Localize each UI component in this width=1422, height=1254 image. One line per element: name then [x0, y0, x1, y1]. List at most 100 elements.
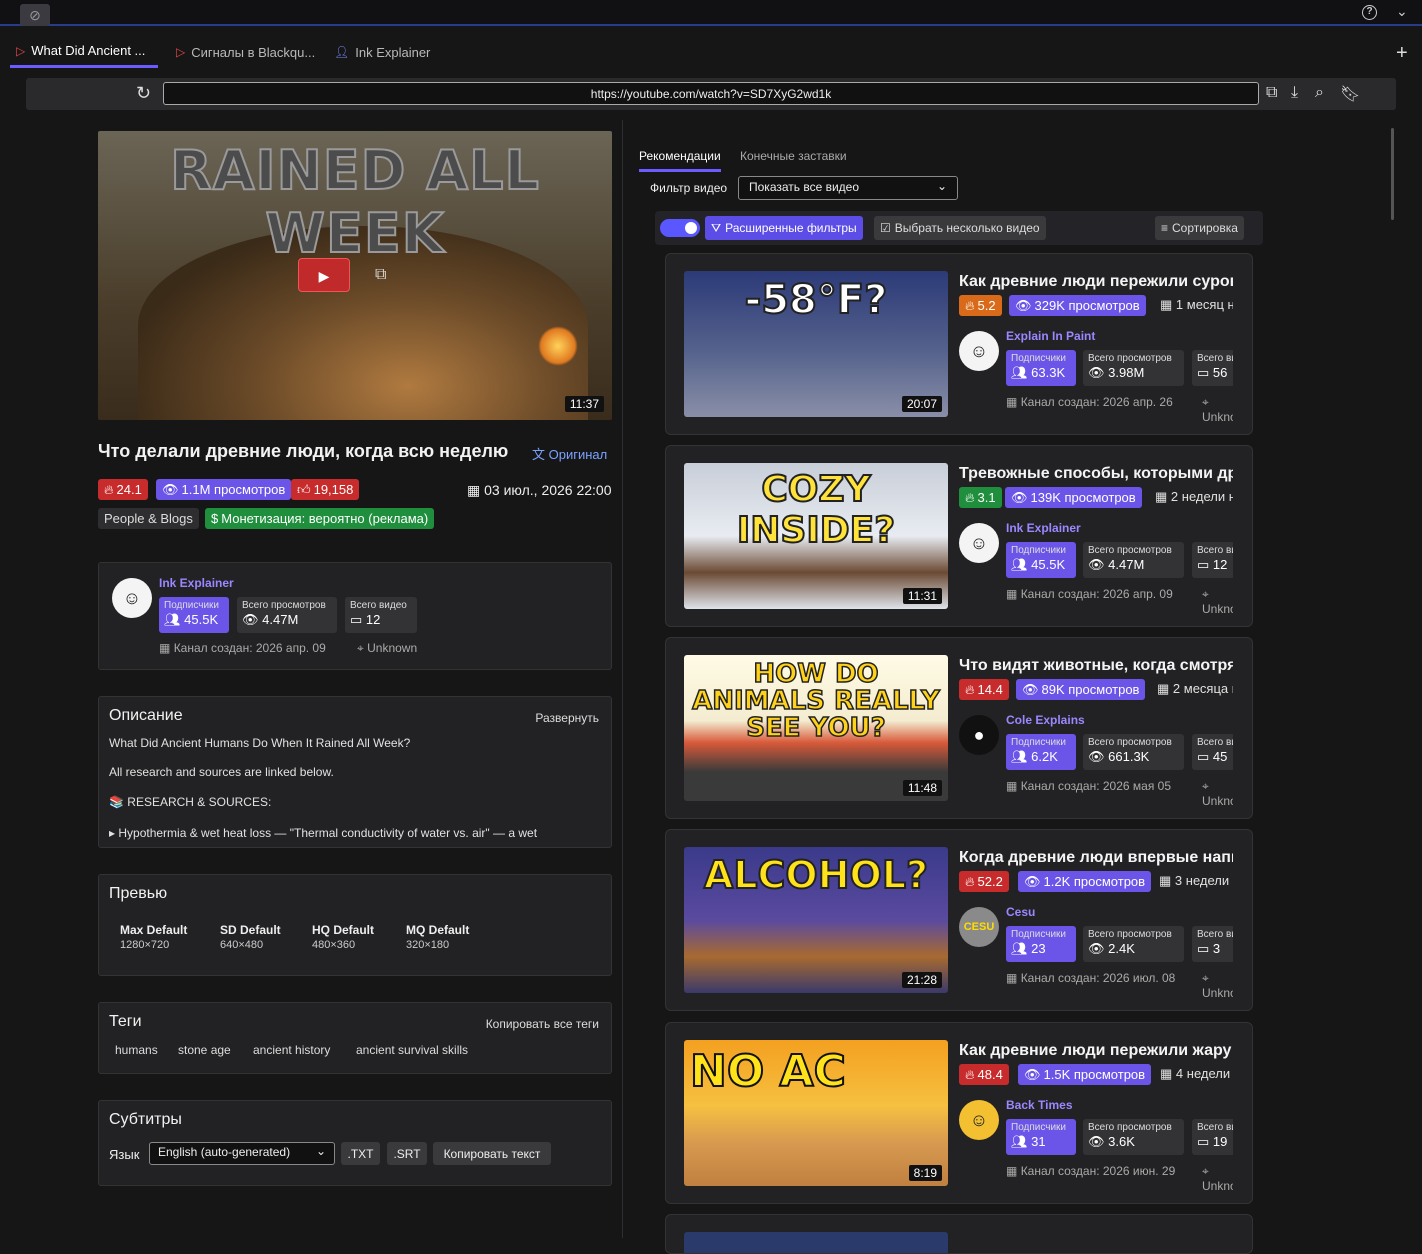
tab-end-screens[interactable]: Конечные заставки	[740, 149, 847, 163]
video-player[interactable]: RAINED ALL WEEK ▶ ⧉ 11:37	[98, 131, 612, 420]
thumbnail-text: RAINED ALL WEEK	[169, 138, 540, 266]
card-thumbnail[interactable]: HOW DO ANIMALS REALLY SEE YOU? 11:48	[684, 655, 948, 801]
eye-icon: 👁︎	[1088, 749, 1105, 764]
age-value: 2 месяца назад	[1172, 681, 1233, 696]
video-filter-select[interactable]: Показать все видео ⌄	[738, 176, 958, 200]
video-card[interactable]: -58°F? 20:07 Как древние люди пережили с…	[665, 253, 1253, 435]
views-value: 1.1M просмотров	[181, 482, 286, 497]
bookmark-icon[interactable]: 🔖︎	[1340, 84, 1360, 104]
card-thumbnail[interactable]: COZY INSIDE? 11:31	[684, 463, 948, 609]
open-external-icon[interactable]: ⧉	[375, 266, 386, 284]
language-select[interactable]: English (auto-generated) ⌄	[149, 1142, 335, 1165]
created-value: Канал создан: 2026 июн. 29	[1020, 1164, 1176, 1178]
tag-item[interactable]: humans	[115, 1043, 158, 1057]
channel-name[interactable]: Back Times	[1006, 1098, 1073, 1112]
advanced-filters-button[interactable]: ⛛ Расширенные фильтры	[705, 216, 863, 240]
copy-text-button[interactable]: Копировать текст	[433, 1142, 551, 1165]
stat-value: 👥︎ 45.5K	[1011, 557, 1071, 573]
video-card[interactable]	[665, 1214, 1253, 1254]
channel-name[interactable]: Cesu	[1006, 905, 1035, 919]
views-value: 139K просмотров	[1030, 490, 1136, 505]
search-icon[interactable]: ⌕	[1315, 84, 1324, 102]
url-input[interactable]	[163, 82, 1259, 105]
card-stats-row: 🔥︎14.4 👁︎89K просмотров ▦ 2 месяца назад	[959, 679, 1233, 701]
score-badge: 🔥︎ 48.4	[959, 1064, 1009, 1085]
preview-max[interactable]: Max Default 1280×720	[120, 923, 187, 951]
download-srt-button[interactable]: .SRT	[387, 1142, 427, 1165]
preview-name: SD Default	[220, 923, 281, 937]
channel-name[interactable]: Cole Explains	[1006, 713, 1085, 727]
total-videos-stat: Всего видео▭ 12	[345, 597, 417, 633]
eye-icon: 👁︎	[1088, 365, 1105, 380]
total-videos-stat: Всего видео▭ 45	[1192, 734, 1233, 770]
description-line: ▸ Hypothermia & wet heat loss — "Thermal…	[109, 826, 538, 840]
card-thumbnail[interactable]: -58°F? 20:07	[684, 271, 948, 417]
preview-mq[interactable]: MQ Default 320×180	[406, 923, 469, 951]
videos-value: 3	[1212, 941, 1221, 956]
card-title[interactable]: Тревожные способы, которыми древние	[959, 465, 1233, 483]
add-tab-button[interactable]: +	[1396, 42, 1408, 65]
download-txt-button[interactable]: .TXT	[341, 1142, 380, 1165]
channel-name[interactable]: Ink Explainer	[1006, 521, 1081, 535]
eye-icon: 👁︎	[1015, 297, 1032, 313]
card-thumbnail[interactable]: ALCOHOL? 21:28	[684, 847, 948, 993]
card-age: ▦ 3 недели назад	[1159, 873, 1233, 889]
previews-heading: Превью	[109, 885, 168, 902]
card-title[interactable]: Как древние люди пережили жару	[959, 1042, 1233, 1060]
description-line: All research and sources are linked belo…	[109, 765, 334, 779]
tab-video-2[interactable]: ▷ Сигналы в Blackqu...	[170, 36, 321, 68]
card-title[interactable]: Что видят животные, когда смотрят	[959, 657, 1233, 675]
card-channel-block: Explain In Paint Подписчики 👥︎ 63.3K Всег…	[959, 329, 1233, 429]
card-thumbnail[interactable]	[684, 1232, 948, 1253]
subscribers-stat: Подписчики 👥︎ 23	[1006, 926, 1076, 962]
user-icon: 👤︎	[334, 45, 350, 59]
eye-icon: 👁︎	[1088, 557, 1105, 572]
card-title[interactable]: Когда древние люди впервые напились	[959, 849, 1233, 867]
tag-item[interactable]: ancient survival skills	[356, 1043, 468, 1057]
stat-value: 👁︎ 3.98M	[1088, 365, 1179, 381]
tag-item[interactable]: ancient history	[253, 1043, 330, 1057]
refresh-icon[interactable]: ↻	[136, 83, 151, 104]
age-value: 1 месяц назад	[1175, 297, 1233, 312]
video-card[interactable]: NO AC 8:19 Как древние люди пережили жар…	[665, 1022, 1253, 1204]
location-value: Unknown	[1202, 602, 1233, 616]
stat-label: Всего просмотров	[1088, 545, 1172, 556]
scrollbar[interactable]	[1391, 128, 1394, 220]
chevron-down-icon[interactable]: ⌄	[1396, 3, 1408, 20]
filter-toggle[interactable]	[660, 219, 700, 237]
play-button[interactable]: ▶	[298, 258, 350, 292]
stat-label: Всего видео	[350, 600, 407, 611]
original-label: Оригинал	[548, 447, 608, 462]
preview-hq[interactable]: HQ Default 480×360	[312, 923, 374, 951]
download-icon[interactable]: ⤓	[1291, 84, 1298, 102]
card-thumbnail[interactable]: NO AC 8:19	[684, 1040, 948, 1186]
stat-value: 👁︎ 4.47M	[1088, 557, 1179, 573]
videos-value: 56	[1212, 365, 1228, 380]
card-title[interactable]: Как древние люди пережили суровые	[959, 273, 1233, 291]
video-card[interactable]: HOW DO ANIMALS REALLY SEE YOU? 11:48 Что…	[665, 637, 1253, 819]
channel-name[interactable]: Ink Explainer	[159, 576, 234, 590]
title-bar: ⊘ ? ⌄	[0, 0, 1422, 26]
channel-name[interactable]: Explain In Paint	[1006, 329, 1095, 343]
help-icon[interactable]: ?	[1362, 5, 1377, 20]
tab-channel[interactable]: 👤︎ Ink Explainer	[328, 36, 436, 68]
copy-all-tags-button[interactable]: Копировать все теги	[486, 1017, 599, 1031]
tab-recommendations[interactable]: Рекомендации	[639, 149, 721, 172]
users-icon: 👥︎	[1011, 749, 1028, 764]
video-icon: ▭	[1197, 749, 1210, 764]
original-title-link[interactable]: 文 Оригинал	[532, 444, 607, 463]
card-stats-row: 🔥︎48.4 👁︎1.5K просмотров ▦ 4 недели наза…	[959, 1064, 1233, 1086]
language-label: Язык	[109, 1147, 140, 1162]
preview-size: 480×360	[312, 939, 356, 951]
stat-value: ▭ 3	[1197, 941, 1233, 957]
expand-button[interactable]: Развернуть	[535, 711, 599, 725]
preview-sd[interactable]: SD Default 640×480	[220, 923, 281, 951]
tag-item[interactable]: stone age	[178, 1043, 231, 1057]
channel-avatar[interactable]: ☺	[112, 578, 152, 618]
video-card[interactable]: COZY INSIDE? 11:31 Тревожные способы, ко…	[665, 445, 1253, 627]
video-card[interactable]: ALCOHOL? 21:28 Когда древние люди впервы…	[665, 829, 1253, 1011]
open-external-icon[interactable]: ⧉	[1266, 84, 1277, 102]
multi-select-button[interactable]: ☑ Выбрать несколько видео	[874, 216, 1046, 240]
tab-video[interactable]: ▷ What Did Ancient ...	[10, 36, 158, 68]
sort-button[interactable]: ≡ Сортировка	[1155, 216, 1244, 240]
